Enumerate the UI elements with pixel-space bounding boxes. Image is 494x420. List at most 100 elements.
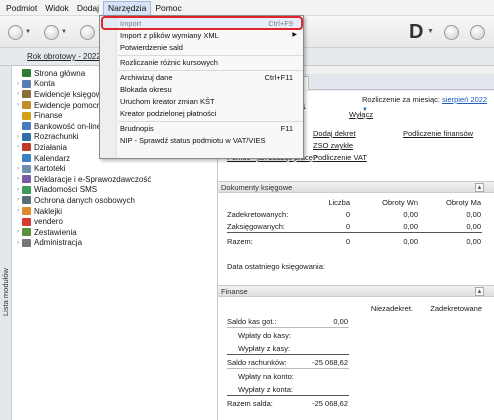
sidebar-item-label: Administracja <box>34 238 83 248</box>
menu-narzedzia[interactable]: Narzędzia <box>103 0 152 15</box>
col-header-obroty-wn: Obroty Wn <box>382 198 418 207</box>
menu-item-label: Potwierdzenie sald <box>120 43 183 52</box>
wylacz-link[interactable]: Wyłącz <box>349 110 373 119</box>
module-icon <box>22 154 31 163</box>
expand-arrow-icon[interactable]: › <box>14 144 22 150</box>
sidebar-item[interactable]: › Naklejki <box>12 206 217 217</box>
finanse-row-value: -25 068,62 <box>312 358 348 367</box>
module-icon <box>22 90 31 99</box>
sidebar-item-label: Konta <box>34 79 55 89</box>
menu-pomoc[interactable]: Pomoc <box>151 1 185 15</box>
menu-item[interactable]: Uruchom kreator zmian KŚT <box>118 96 303 107</box>
expand-arrow-icon[interactable]: › <box>14 176 22 182</box>
sidebar-item[interactable]: › Deklaracje i e-Sprawozdawczość <box>12 174 217 185</box>
rozliczenie-label: Rozliczenie za miesiąc: <box>362 95 440 104</box>
menu-item[interactable]: Kreator podzielonej płatności <box>118 108 303 119</box>
cell-value: 0,00 <box>403 222 418 231</box>
menu-item-label: Kreator podzielonej płatności <box>120 109 217 118</box>
expand-arrow-icon[interactable]: › <box>14 81 22 87</box>
menu-item-label: NIP - Sprawdź status podmiotu w VAT/VIES <box>120 136 266 145</box>
expand-arrow-icon[interactable]: › <box>14 240 22 246</box>
col-header-zadekretowane: Zadekretowane <box>430 304 482 313</box>
menu-item[interactable]: NIP - Sprawdź status podmiotu w VAT/VIES <box>118 135 303 146</box>
module-list-label: Lista modułów <box>1 268 10 316</box>
sidebar-item[interactable]: › Zestawienia <box>12 227 217 238</box>
cell-value: 0,00 <box>403 210 418 219</box>
expand-arrow-icon[interactable]: › <box>14 91 22 97</box>
sidebar-item[interactable]: › Ochrona danych osobowych <box>12 195 217 206</box>
expand-arrow-icon[interactable]: › <box>14 208 22 214</box>
sidebar-item[interactable]: › Kartoteki <box>12 163 217 174</box>
menu-podmiot[interactable]: Podmiot <box>2 1 41 15</box>
divider <box>227 327 349 328</box>
menu-item[interactable]: Rozliczanie różnic kursowych <box>118 57 303 68</box>
sidebar-item-label: Rozrachunki <box>34 132 79 142</box>
finanse-title: Finanse <box>221 287 248 296</box>
fiscal-year-link[interactable]: Rok obrotowy - 2022 <box>27 52 101 61</box>
cell-value: 0 <box>345 210 350 219</box>
sidebar-item[interactable]: › Administracja <box>12 238 217 249</box>
module-icon <box>22 238 31 247</box>
chevron-down-icon: ▼ <box>25 29 31 35</box>
sidebar-item-label: Strona główna <box>34 68 86 78</box>
rozliczenie-month-link[interactable]: sierpień 2022 <box>442 95 487 104</box>
menu-item-label: Import z plików wymiany XML <box>120 31 219 40</box>
module-icon <box>22 122 31 131</box>
sidebar-item-label: Ochrona danych osobowych <box>34 195 135 205</box>
module-icon <box>22 207 31 216</box>
divider <box>227 368 349 369</box>
menu-separator <box>118 70 303 71</box>
menu-item[interactable]: Archiwizuj dane Ctrl+F11 <box>118 72 303 83</box>
chevron-down-icon[interactable]: ▼ <box>427 28 434 35</box>
expand-arrow-icon[interactable]: › <box>14 134 22 140</box>
expand-arrow-icon[interactable]: › <box>14 229 22 235</box>
menu-item[interactable]: Import z plików wymiany XML ▶ <box>118 30 303 41</box>
expand-arrow-icon[interactable]: › <box>14 197 22 203</box>
collapse-icon[interactable]: ▲ <box>475 183 484 192</box>
col-header-niezadekret: Niezadekret. <box>370 304 413 313</box>
expand-arrow-icon[interactable]: › <box>14 187 22 193</box>
menu-item[interactable]: Potwierdzenie sald <box>118 42 303 53</box>
zso-zwykle-link[interactable]: ZSO zwykłe <box>313 141 353 150</box>
module-icon <box>22 79 31 88</box>
expand-arrow-icon[interactable]: › <box>14 102 22 108</box>
module-list-strip[interactable]: Lista modułów <box>0 66 12 420</box>
sidebar-item[interactable]: vendero <box>12 216 217 227</box>
menu-item-label: Archiwizuj dane <box>120 73 173 82</box>
menu-item-label: Brudnopis <box>120 124 154 133</box>
toolbar-button-4[interactable] <box>444 24 459 40</box>
import-highlight <box>101 16 303 30</box>
menu-item-shortcut: Ctrl+F11 <box>264 73 293 82</box>
col-header-liczba: Liczba <box>328 198 350 207</box>
dokumenty-title: Dokumenty księgowe <box>221 183 293 192</box>
module-icon <box>22 196 31 205</box>
expand-arrow-icon[interactable]: › <box>14 166 22 172</box>
podliczenie-vat-link[interactable]: Podliczenie VAT <box>313 153 367 162</box>
menu-dodaj[interactable]: Dodaj <box>73 1 103 15</box>
toolbar-button-3[interactable] <box>80 24 95 40</box>
menu-item[interactable]: Brudnopis F11 <box>118 123 303 134</box>
document-icon <box>44 24 59 40</box>
collapse-icon[interactable]: ▲ <box>475 287 484 296</box>
last-posting-label: Data ostatniego księgowania: <box>227 262 325 271</box>
toolbar-button-2[interactable]: ▼ <box>44 24 67 40</box>
finanse-row-value: 0,00 <box>333 317 348 326</box>
finanse-row-label: Wypłaty z konta: <box>238 385 293 394</box>
menu-bar: Podmiot Widok Dodaj Narzędzia Pomoc <box>0 0 494 16</box>
toolbar-button-5[interactable] <box>470 24 485 40</box>
dodaj-dekret-link[interactable]: Dodaj dekret <box>313 129 356 138</box>
d-logo-button[interactable]: D <box>409 21 423 44</box>
sidebar-item[interactable]: › Wiadomości SMS <box>12 185 217 196</box>
finanse-section-header: Finanse ▲ <box>218 285 494 297</box>
podliczenie-finansow-link[interactable]: Podliczenie finansów <box>403 129 473 138</box>
finanse-row-label: Razem salda: <box>227 399 273 408</box>
divider <box>227 354 349 355</box>
module-icon <box>22 175 31 184</box>
module-icon <box>22 132 31 141</box>
rozliczenie: Rozliczenie za miesiąc: sierpień 2022 ▼ <box>362 95 494 113</box>
toolbar-button-1[interactable]: ▼ <box>8 24 31 40</box>
dokumenty-section-header: Dokumenty księgowe ▲ <box>218 181 494 193</box>
print-icon <box>80 24 95 40</box>
menu-widok[interactable]: Widok <box>41 1 73 15</box>
menu-item[interactable]: Blokada okresu <box>118 84 303 95</box>
